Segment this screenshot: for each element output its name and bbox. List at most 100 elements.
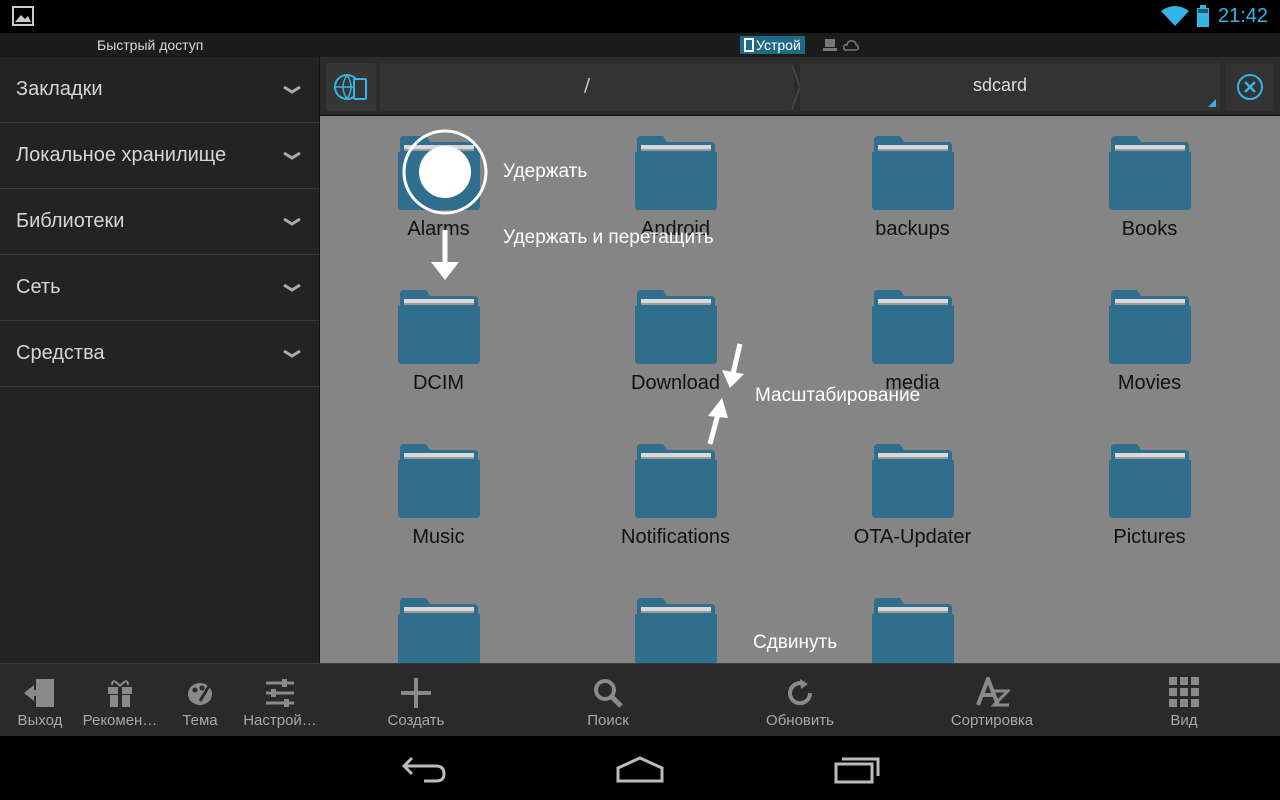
sidebar: Закладки Локальное хранилище Библиотеки … [0, 57, 320, 663]
wifi-icon [1161, 6, 1189, 26]
quick-access-title: Быстрый доступ [97, 37, 204, 53]
globe-device-icon [334, 74, 367, 100]
folder-item[interactable] [320, 578, 557, 663]
folder-icon [872, 444, 954, 518]
view-button[interactable]: Вид [1088, 664, 1280, 737]
exit-icon [24, 679, 54, 707]
sidebar-item-label: Закладки [16, 78, 103, 100]
folder-name: DCIM [412, 372, 465, 394]
sidebar-item-bookmarks[interactable]: Закладки [0, 57, 319, 123]
search-icon [594, 679, 623, 708]
folder-name: Android [641, 218, 710, 240]
folder-icon [398, 444, 480, 518]
folder-name: Notifications [621, 526, 730, 548]
toolbar-label: Создать [387, 712, 445, 729]
folder-item[interactable] [794, 578, 1031, 663]
palette-icon [188, 680, 214, 705]
system-navigation-bar [0, 736, 1280, 800]
toolbar-label: Выход [17, 712, 63, 729]
folder-name: backups [875, 218, 950, 240]
folder-item[interactable]: Pictures [1031, 424, 1268, 574]
dropdown-corner-icon [1208, 99, 1216, 107]
toolbar-label: Рекомен… [82, 712, 158, 729]
search-button[interactable]: Поиск [512, 664, 704, 737]
refresh-button[interactable]: Обновить [704, 664, 896, 737]
storage-tab-label: Устрой [756, 37, 801, 53]
back-button-icon[interactable] [400, 754, 448, 784]
computer-tab-icon[interactable] [823, 38, 837, 52]
sort-az-icon [976, 677, 1010, 707]
folder-item[interactable]: Notifications [557, 424, 794, 574]
folder-item[interactable] [557, 578, 794, 663]
sidebar-item-network[interactable]: Сеть [0, 255, 319, 321]
create-button[interactable]: Создать [320, 664, 512, 737]
path-bar: / sdcard [320, 57, 1280, 116]
folder-name: Pictures [1113, 526, 1186, 548]
folder-name: Movies [1117, 372, 1182, 394]
chevron-down-icon [283, 217, 301, 226]
toolbar-label: Поиск [587, 712, 629, 729]
folder-name: Alarms [407, 218, 470, 240]
folder-icon [398, 290, 480, 364]
toolbar-label: Настрой… [243, 712, 317, 729]
toolbar-label: Вид [1170, 712, 1198, 729]
gallery-icon [12, 6, 34, 26]
folder-name: Books [1121, 218, 1178, 240]
chevron-down-icon [283, 283, 301, 292]
sidebar-item-local-storage[interactable]: Локальное хранилище [0, 123, 319, 189]
plus-icon [401, 678, 431, 708]
sidebar-item-libraries[interactable]: Библиотеки [0, 189, 319, 255]
exit-button[interactable]: Выход [0, 664, 80, 737]
refresh-icon [788, 679, 813, 706]
breadcrumb-root-label: / [584, 75, 591, 96]
chevron-down-icon [283, 349, 301, 358]
toolbar-label: Обновить [766, 712, 834, 729]
folder-icon [635, 290, 717, 364]
sort-button[interactable]: Сортировка [896, 664, 1088, 737]
folder-icon [872, 290, 954, 364]
settings-sliders-icon [266, 679, 294, 707]
folder-item[interactable]: Music [320, 424, 557, 574]
home-button-icon[interactable] [615, 756, 665, 784]
close-tab-button[interactable] [1226, 63, 1274, 111]
folder-item[interactable]: Alarms [320, 116, 557, 266]
cloud-tab-icon[interactable] [843, 39, 859, 51]
network-toggle-button[interactable] [326, 63, 376, 111]
sidebar-item-label: Библиотеки [16, 210, 125, 232]
device-icon [744, 38, 754, 52]
chevron-down-icon [283, 151, 301, 160]
folder-item[interactable]: media [794, 270, 1031, 420]
folder-name: OTA-Updater [853, 526, 972, 548]
folder-icon [1109, 290, 1191, 364]
settings-button[interactable]: Настрой… [240, 664, 320, 737]
breadcrumb-current[interactable]: sdcard [800, 63, 1220, 111]
gift-icon [108, 680, 132, 707]
folder-item[interactable]: Movies [1031, 270, 1268, 420]
recent-apps-button-icon[interactable] [834, 754, 882, 784]
battery-icon [1197, 5, 1209, 27]
folder-icon [1109, 444, 1191, 518]
folder-icon [872, 598, 954, 663]
folder-icon [635, 136, 717, 210]
theme-button[interactable]: Тема [160, 664, 240, 737]
sidebar-item-tools[interactable]: Средства [0, 321, 319, 387]
folder-icon [1109, 136, 1191, 210]
folder-item[interactable]: Android [557, 116, 794, 266]
storage-device-tab[interactable]: Устрой [740, 36, 805, 54]
folder-icon [635, 598, 717, 663]
breadcrumb-root[interactable]: / [380, 63, 794, 111]
folder-name: Download [631, 372, 720, 394]
file-grid: Alarms Android backups Books DCIM Download med… [320, 116, 1280, 663]
folder-item[interactable]: backups [794, 116, 1031, 266]
recommend-button[interactable]: Рекомен… [80, 664, 160, 737]
folder-item[interactable]: DCIM [320, 270, 557, 420]
status-bar: 21:42 [0, 0, 1280, 33]
toolbar-label: Тема [182, 712, 218, 729]
folder-item[interactable]: Download [557, 270, 794, 420]
folder-icon [398, 136, 480, 210]
folder-item[interactable]: Books [1031, 116, 1268, 266]
chevron-down-icon [283, 85, 301, 94]
subheader: Быстрый доступ Устрой [0, 33, 1280, 57]
folder-item[interactable]: OTA-Updater [794, 424, 1031, 574]
folder-name: Music [412, 526, 465, 548]
